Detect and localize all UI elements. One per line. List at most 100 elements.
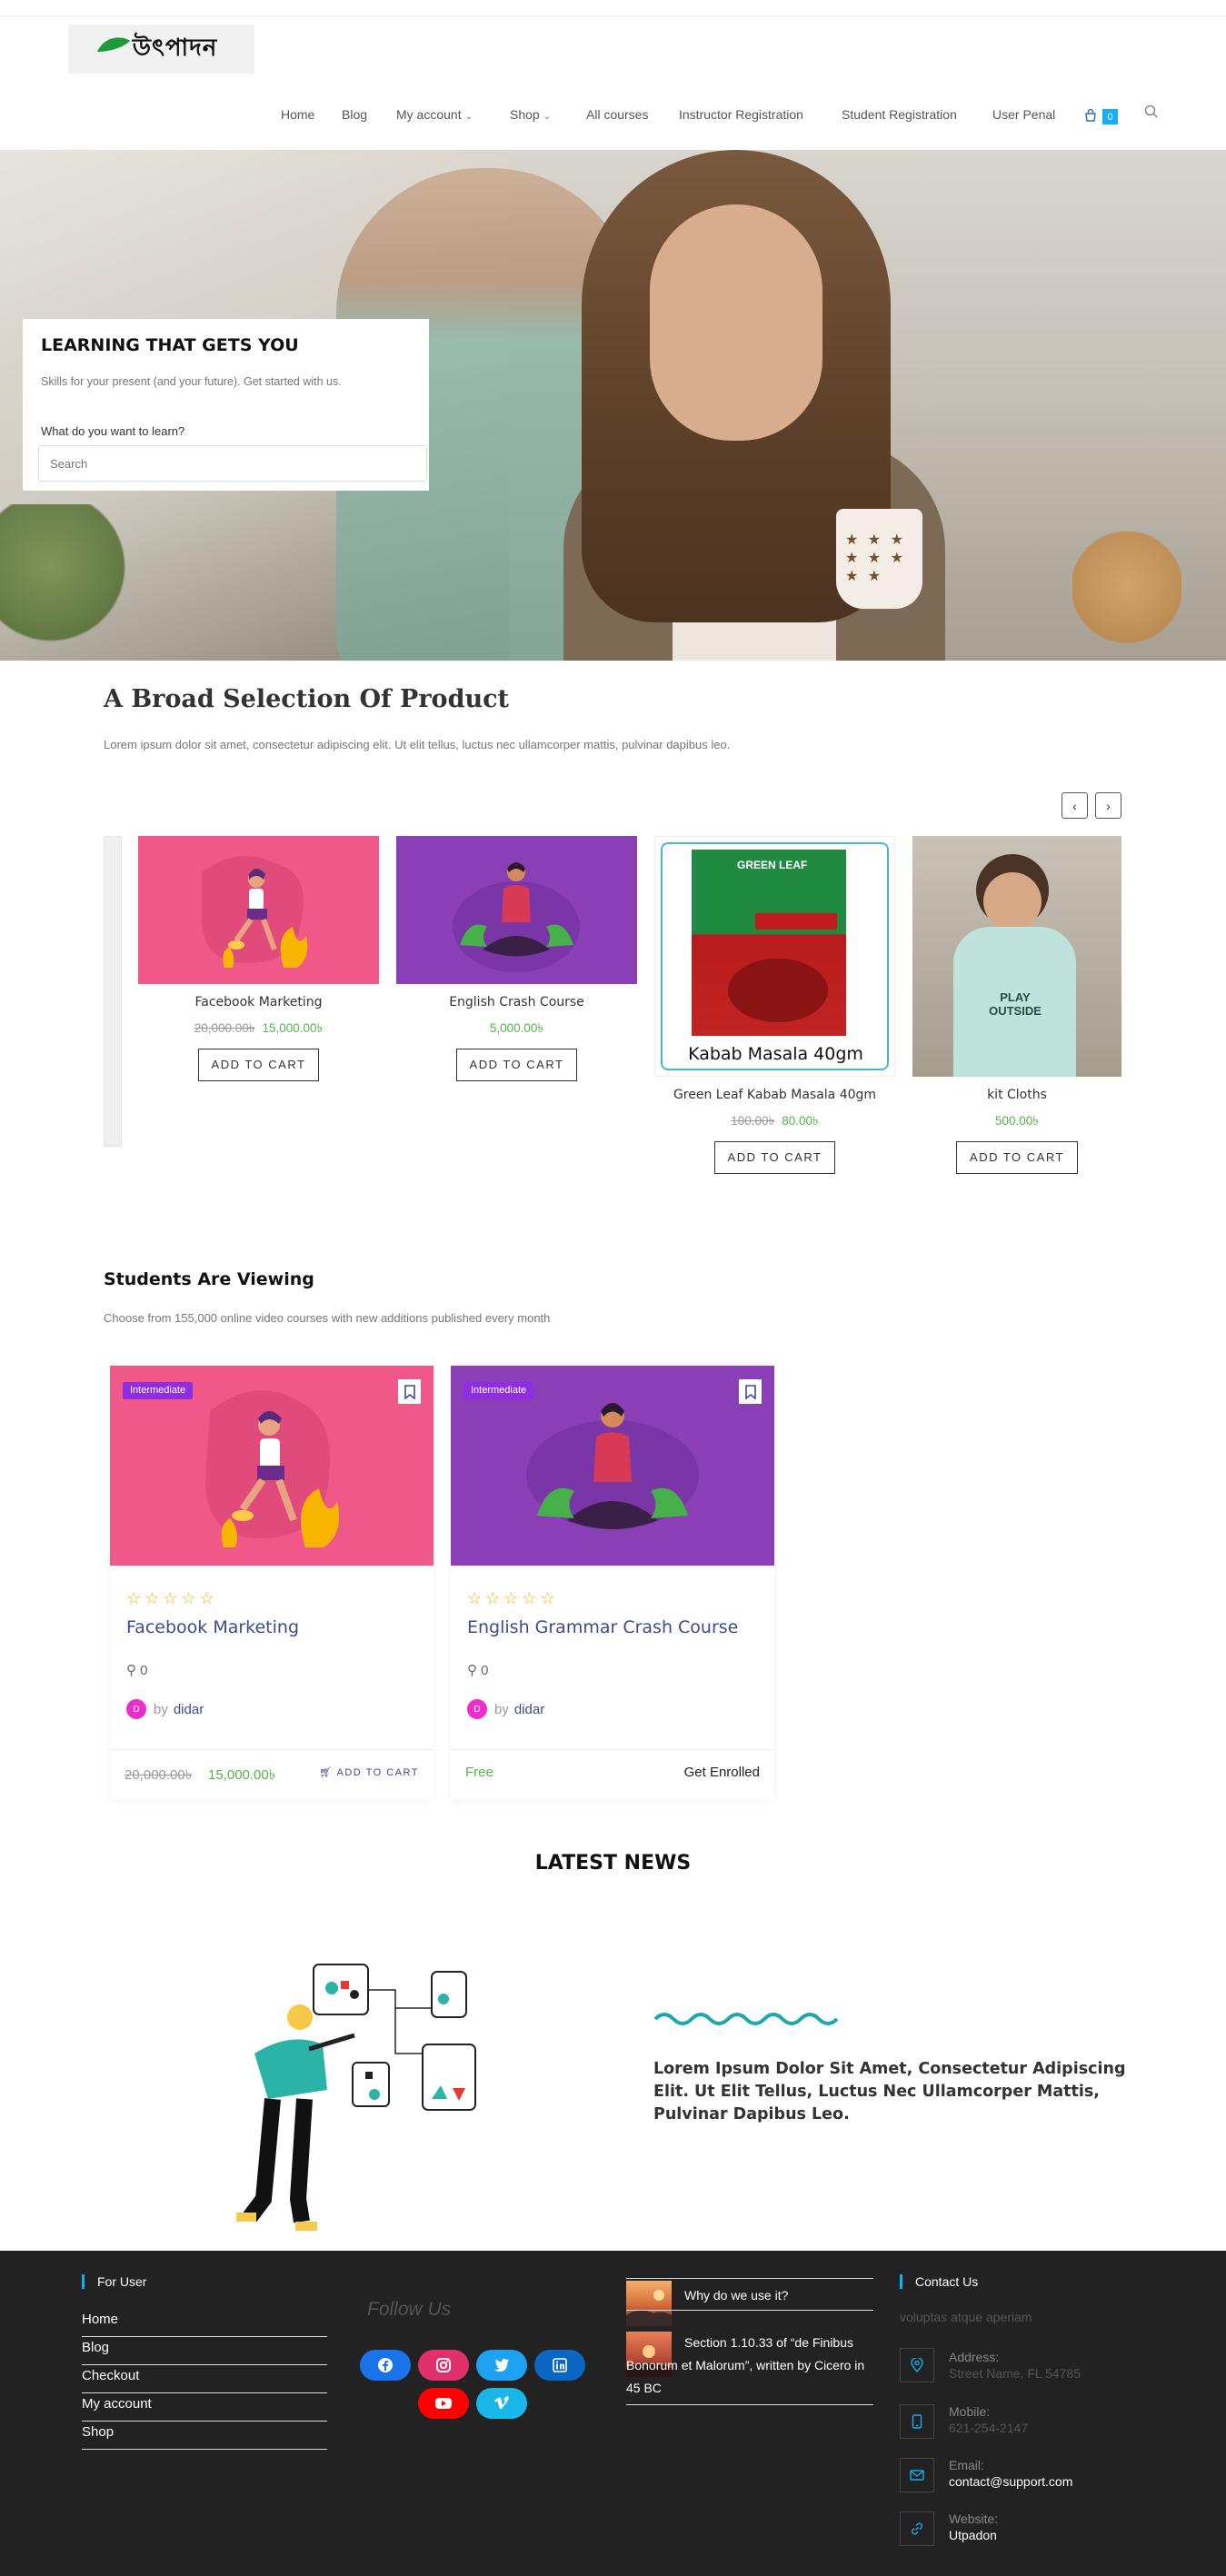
mug-star-pattern: ★ ★ ★ ★ ★ ★ ★ ★ bbox=[845, 532, 906, 584]
child-shirt: PLAY OUTSIDE bbox=[953, 927, 1076, 1077]
site-logo[interactable]: উৎপাদন bbox=[68, 25, 254, 74]
hero-subtitle: Skills for your present (and your future… bbox=[41, 375, 342, 388]
cart-icon[interactable] bbox=[1083, 108, 1098, 123]
contact-email-link[interactable]: contact@support.com bbox=[949, 2474, 1072, 2489]
image-caption: Kabab Masala 40gm bbox=[688, 1044, 863, 1064]
product-image[interactable]: PLAY OUTSIDE bbox=[912, 836, 1121, 1077]
course-title[interactable]: Facebook Marketing bbox=[126, 1617, 299, 1637]
footer-link-checkout[interactable]: Checkout bbox=[82, 2365, 327, 2393]
product-card[interactable]: GREEN LEAF Kabab Masala 40gm Green Leaf … bbox=[654, 836, 895, 1174]
nav-instructor-registration[interactable]: Instructor Registration bbox=[679, 107, 803, 122]
search-icon[interactable] bbox=[1143, 104, 1160, 120]
student-count: ⚲ 0 bbox=[126, 1662, 148, 1678]
instagram-button[interactable] bbox=[418, 2350, 469, 2381]
news-section-title: LATEST NEWS bbox=[534, 1852, 692, 1875]
leaf-logo-icon bbox=[97, 37, 130, 52]
product-name[interactable]: Green Leaf Kabab Masala 40gm bbox=[654, 1088, 895, 1102]
footer-link-home[interactable]: Home bbox=[82, 2309, 327, 2337]
slider-next-button[interactable]: › bbox=[1095, 792, 1121, 819]
product-image[interactable] bbox=[396, 836, 637, 984]
product-image[interactable] bbox=[138, 836, 379, 984]
bookmark-button[interactable] bbox=[398, 1379, 421, 1404]
box-brand: GREEN LEAF bbox=[737, 859, 808, 871]
chevron-right-icon: › bbox=[1106, 798, 1111, 813]
masala-box: GREEN LEAF bbox=[692, 850, 846, 1036]
product-card[interactable]: PLAY OUTSIDE kit Cloths 500.00৳ ADD TO C… bbox=[912, 836, 1154, 1174]
contact-website-link[interactable]: Utpadon bbox=[949, 2528, 997, 2542]
shirt-print: PLAY OUTSIDE bbox=[989, 990, 1042, 1018]
footer-link-my-account[interactable]: My account bbox=[82, 2393, 327, 2422]
runner-illustration bbox=[202, 856, 308, 968]
linkedin-button[interactable] bbox=[534, 2350, 585, 2381]
nav-blog[interactable]: Blog bbox=[342, 107, 367, 122]
slider-prev-button[interactable]: ‹ bbox=[1062, 792, 1088, 819]
vimeo-button[interactable] bbox=[476, 2388, 527, 2419]
nav-my-account[interactable]: My account ⌄ bbox=[396, 107, 473, 122]
product-name[interactable]: English Crash Course bbox=[396, 995, 637, 1010]
level-badge: Intermediate bbox=[123, 1382, 194, 1399]
contact-mobile-icon-box bbox=[900, 2404, 934, 2439]
rating-stars: ☆☆☆☆☆ bbox=[126, 1589, 218, 1607]
footer-link-blog[interactable]: Blog bbox=[82, 2337, 327, 2365]
sale-price: 15,000.00৳ bbox=[262, 1021, 324, 1035]
product-name[interactable]: kit Cloths bbox=[912, 1088, 1121, 1102]
footer-link-shop[interactable]: Shop bbox=[82, 2422, 327, 2450]
nav-label: Home bbox=[281, 107, 315, 122]
product-name[interactable]: Facebook Marketing bbox=[138, 995, 379, 1010]
product-image[interactable]: GREEN LEAF Kabab Masala 40gm bbox=[654, 836, 895, 1077]
product-card[interactable]: English Crash Course 5,000.00৳ ADD TO CA… bbox=[396, 836, 637, 1081]
course-image[interactable]: Intermediate bbox=[451, 1366, 774, 1566]
course-title[interactable]: English Grammar Crash Course bbox=[467, 1617, 738, 1637]
youtube-button[interactable] bbox=[418, 2388, 469, 2419]
top-bar bbox=[0, 0, 1226, 16]
post-link[interactable]: Why do we use it? bbox=[684, 2284, 788, 2307]
course-author: D by didar bbox=[467, 1699, 544, 1719]
nav-all-courses[interactable]: All courses bbox=[586, 107, 648, 122]
product-price: 20,000.00৳ 15,000.00৳ bbox=[138, 1019, 379, 1039]
cart-icon: 🛒︎ bbox=[319, 1767, 334, 1778]
free-label: Free bbox=[465, 1765, 493, 1780]
add-to-cart-button[interactable]: ADD TO CART bbox=[197, 1049, 320, 1081]
nav-user-penal[interactable]: User Penal bbox=[992, 107, 1055, 122]
bookmark-button[interactable] bbox=[739, 1379, 762, 1404]
sale-price: 500.00৳ bbox=[994, 1114, 1039, 1128]
chevron-down-icon: ⌄ bbox=[543, 112, 552, 122]
linkedin-icon bbox=[553, 2358, 567, 2372]
avatar: D bbox=[126, 1699, 146, 1719]
author-link[interactable]: didar bbox=[174, 1702, 204, 1717]
post-link[interactable]: Section 1.10.33 of “de Finibus Bonorum e… bbox=[626, 2332, 873, 2400]
cart-count-badge[interactable]: 0 bbox=[1102, 109, 1118, 124]
get-enrolled-button[interactable]: Get Enrolled bbox=[684, 1765, 760, 1780]
add-to-cart-button[interactable]: ADD TO CART bbox=[455, 1049, 578, 1081]
nav-label: Blog bbox=[342, 107, 368, 122]
course-image[interactable]: Intermediate bbox=[110, 1366, 434, 1566]
slider-prev-card-edge bbox=[104, 836, 122, 1147]
location-icon bbox=[911, 2358, 923, 2372]
instagram-icon bbox=[436, 2358, 451, 2372]
nav-home[interactable]: Home bbox=[281, 107, 314, 122]
course-search-input[interactable] bbox=[38, 445, 427, 482]
product-price: 100.00৳ 80.00৳ bbox=[654, 1111, 895, 1132]
add-to-cart-link[interactable]: 🛒︎ ADD TO CART bbox=[319, 1766, 419, 1778]
course-card[interactable]: Intermediate ☆☆☆☆☆ English Grammar Crash… bbox=[451, 1366, 774, 1800]
news-headline[interactable]: Lorem Ipsum Dolor Sit Amet, Consectetur … bbox=[653, 2058, 1126, 2126]
post-thumbnail[interactable] bbox=[626, 2281, 672, 2326]
course-footer: 20,000.00৳ 15,000.00৳ 🛒︎ ADD TO CART bbox=[110, 1749, 434, 1800]
product-card[interactable]: Facebook Marketing 20,000.00৳ 15,000.00৳ … bbox=[138, 836, 379, 1081]
box-label bbox=[755, 913, 837, 930]
course-card[interactable]: Intermediate ☆☆☆☆☆ Facebook Marketing ⚲ … bbox=[110, 1366, 434, 1800]
add-to-cart-button[interactable]: ADD TO CART bbox=[956, 1141, 1078, 1174]
add-to-cart-button[interactable]: ADD TO CART bbox=[713, 1141, 836, 1174]
sale-price: 5,000.00৳ bbox=[489, 1021, 544, 1035]
nav-label: Shop bbox=[510, 107, 540, 122]
nav-shop[interactable]: Shop ⌄ bbox=[510, 107, 551, 122]
author-link[interactable]: didar bbox=[514, 1702, 544, 1717]
footer-for-user-heading: For User bbox=[82, 2274, 146, 2289]
search-label: What do you want to learn? bbox=[41, 424, 185, 438]
nav-student-registration[interactable]: Student Registration bbox=[842, 107, 957, 122]
twitter-button[interactable] bbox=[476, 2350, 527, 2381]
user-icon: ⚲ bbox=[126, 1663, 136, 1678]
nav-label: Student Registration bbox=[842, 107, 957, 122]
facebook-button[interactable] bbox=[360, 2350, 411, 2381]
chevron-left-icon: ‹ bbox=[1072, 798, 1077, 813]
